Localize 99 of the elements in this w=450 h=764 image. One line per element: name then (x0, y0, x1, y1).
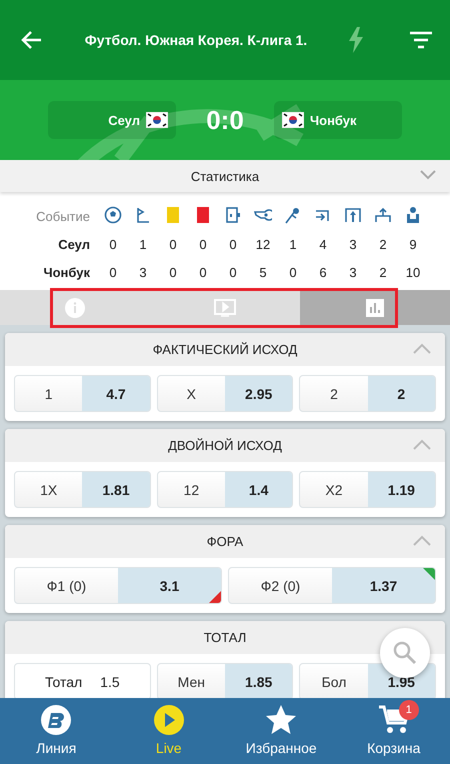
parameter-label: Тотал (45, 674, 82, 690)
stat-value: 9 (409, 236, 417, 252)
stat-value: 2 (379, 264, 387, 280)
bet-button[interactable]: 2 2 (299, 375, 436, 412)
outcome-label: Ф1 (0) (46, 576, 88, 596)
play-icon (152, 704, 185, 736)
market-header[interactable]: ФОРА (5, 525, 445, 558)
view-tab[interactable] (300, 290, 450, 325)
stat-value: 12 (256, 236, 270, 252)
bet-button[interactable]: Ф2 (0) 1.37 (228, 567, 436, 604)
nav-item[interactable]: Линия (0, 698, 112, 764)
match-score: 0:0 (205, 104, 245, 136)
outcome-label: Ф2 (0) (260, 576, 302, 596)
stat-value: 3 (349, 236, 357, 252)
stat-value: 0 (169, 264, 177, 280)
odds-value: 1.4 (224, 472, 292, 507)
odds-value: 3.1 (118, 568, 221, 603)
team-name: Чонбук (310, 112, 357, 128)
stat-value: 0 (229, 236, 237, 252)
outcome-label: X (186, 384, 197, 404)
stat-value: 0 (199, 236, 207, 252)
stat-value: 3 (349, 264, 357, 280)
stat-value: 5 (259, 264, 267, 280)
goal-frame-icon (374, 206, 392, 224)
odds-value: 1.81 (82, 472, 150, 507)
video-icon (214, 296, 236, 318)
league-title: Футбол. Южная Корея. К-лига 1. (84, 32, 308, 48)
stat-value: 1 (289, 236, 297, 252)
market-title: ДВОЙНОЙ ИСХОД (168, 438, 282, 453)
search-icon (392, 640, 418, 666)
player-figure-icon (404, 206, 422, 224)
stat-value: 4 (319, 236, 327, 252)
chevron-down-icon (420, 170, 436, 180)
stat-value: 0 (229, 264, 237, 280)
bet-button[interactable]: Ф1 (0) 3.1 (14, 567, 222, 604)
stat-value: 0 (289, 264, 297, 280)
bet-button[interactable]: 12 1.4 (156, 471, 294, 508)
market-header[interactable]: ФАКТИЧЕСКИЙ ИСХОД (5, 333, 445, 366)
odds-value: 1.37 (332, 568, 435, 603)
stat-value: 0 (109, 264, 117, 280)
star-icon (265, 704, 298, 736)
outcome-label: Мен (176, 672, 206, 692)
market-title: ФОРА (206, 534, 244, 549)
parameter-value: 1.5 (100, 674, 120, 690)
outcome-label: 2 (329, 384, 339, 404)
chevron-up-icon (413, 439, 431, 450)
odds-value: 2.95 (224, 376, 292, 411)
chevron-up-icon (413, 343, 431, 354)
ball-icon (104, 206, 122, 224)
odds-value: 1.85 (224, 664, 292, 698)
nav-item[interactable]: Корзина 1 (338, 698, 450, 764)
team-name: Сеул (108, 112, 140, 128)
outcome-label: 1X (39, 480, 58, 500)
card-icon (164, 206, 182, 224)
filter-icon[interactable] (410, 31, 432, 49)
market-header[interactable]: ТОТАЛ (5, 621, 445, 654)
odds-value: 1.19 (368, 472, 435, 507)
stat-value: 2 (379, 236, 387, 252)
player-icon (284, 206, 302, 224)
bet-button[interactable]: X 2.95 (156, 375, 294, 412)
market-header[interactable]: ДВОЙНОЙ ИСХОД (5, 429, 445, 462)
info-icon (64, 296, 86, 318)
bar-chart-icon (364, 296, 386, 318)
bet-button[interactable]: Бол 1.95 (299, 663, 436, 698)
event-label: Событие (36, 208, 91, 224)
chevron-up-icon (413, 535, 431, 546)
odds-value: 2 (368, 376, 435, 411)
outcome-label: 12 (182, 480, 200, 500)
nav-item[interactable]: Live (112, 698, 225, 764)
flag-icon (282, 112, 304, 128)
corner-flag-icon (134, 206, 152, 224)
stat-value: 10 (406, 264, 420, 280)
card-icon (194, 206, 212, 224)
flag-icon (146, 112, 168, 128)
outcome-label: X2 (324, 480, 344, 500)
stat-value: 0 (199, 264, 207, 280)
cart-count: 1 (398, 700, 419, 720)
team-name: Чонбук (43, 264, 91, 280)
outcome-label: 1 (44, 384, 54, 404)
bet-button[interactable]: Мен 1.85 (156, 663, 294, 698)
team-name: Сеул (58, 236, 91, 252)
statistics-title: Статистика (190, 168, 260, 184)
goal-arrow-icon (344, 206, 362, 224)
market-title: ТОТАЛ (204, 630, 246, 645)
market-title: ФАКТИЧЕСКИЙ ИСХОД (152, 342, 298, 357)
logo-icon (40, 704, 72, 736)
stat-value: 3 (139, 264, 147, 280)
stat-value: 6 (319, 264, 327, 280)
bet-button[interactable]: 1X 1.81 (14, 471, 151, 508)
stat-value: 0 (169, 236, 177, 252)
nav-item[interactable]: Избранное (225, 698, 338, 764)
stat-value: 1 (139, 236, 147, 252)
board-icon (224, 206, 242, 224)
odds-value: 4.7 (82, 376, 150, 411)
outcome-label: Бол (320, 672, 348, 692)
stat-value: 0 (109, 236, 117, 252)
bet-button[interactable]: 1 4.7 (14, 375, 151, 412)
statistics-header[interactable]: Статистика (0, 160, 450, 192)
bet-button[interactable]: X2 1.19 (299, 471, 436, 508)
